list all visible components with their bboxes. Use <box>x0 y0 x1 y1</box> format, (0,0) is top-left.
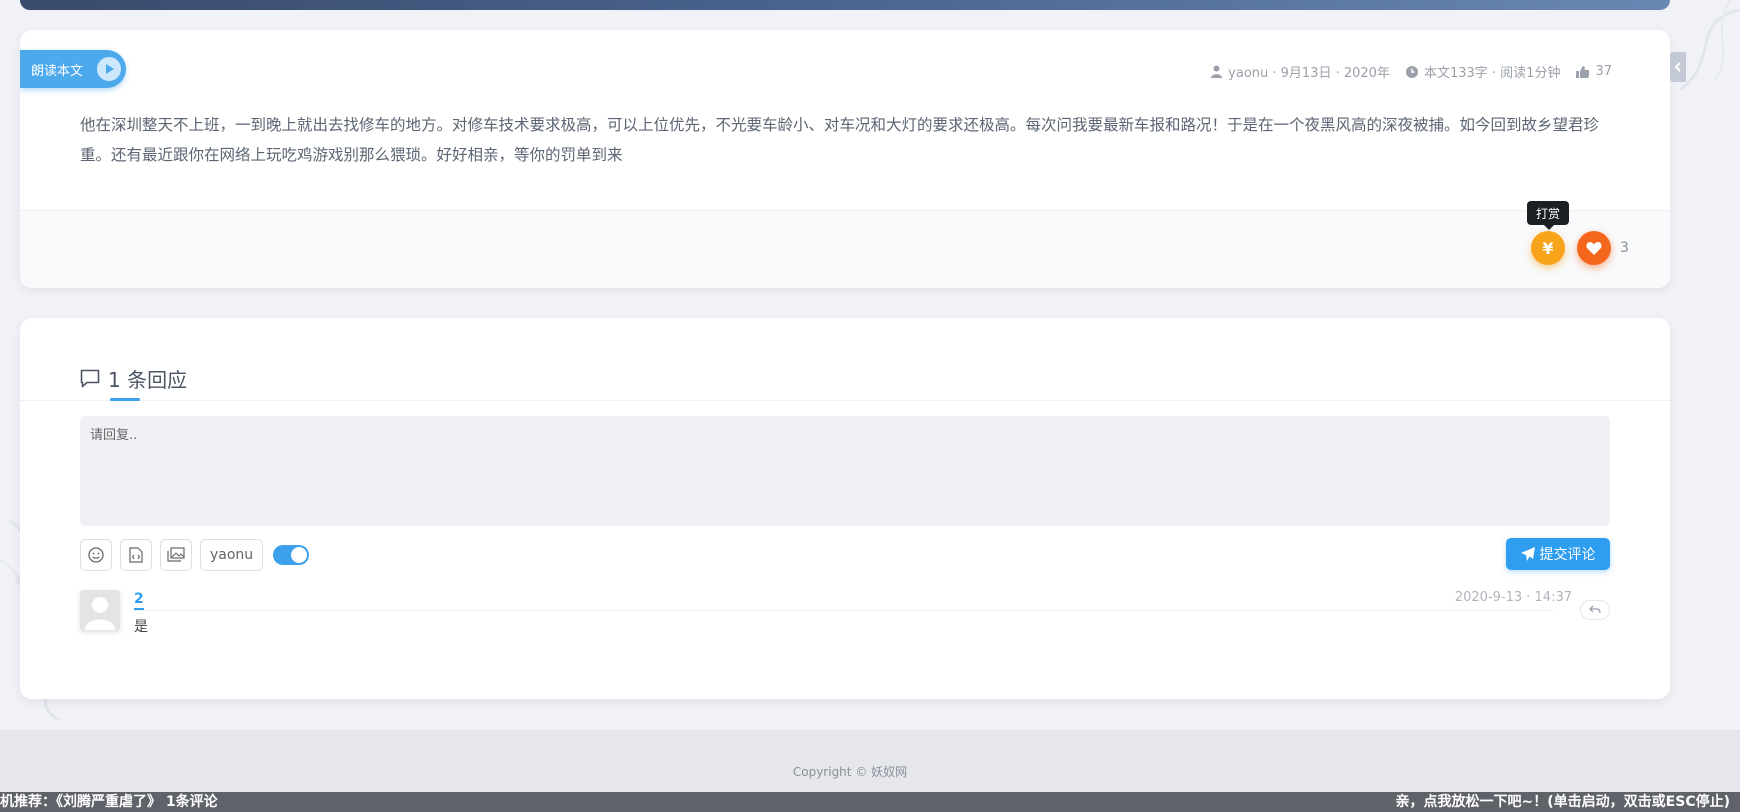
reward-tooltip: 打赏 <box>1527 201 1569 230</box>
site-footer: Copyright © 妖奴网 <box>0 730 1740 792</box>
comment-author[interactable]: 2 <box>134 590 144 610</box>
gallery-icon <box>167 547 185 562</box>
divider <box>20 400 1670 401</box>
emoji-button[interactable] <box>80 539 112 571</box>
like-count: 3 <box>1620 240 1629 256</box>
recommend-ticker[interactable]: 机推荐：《刘腾严重虐了》 1条评论 <box>0 792 218 812</box>
reply-textarea[interactable] <box>80 416 1610 526</box>
active-tab-indicator <box>110 398 140 401</box>
comment-toolbar: yaonu <box>80 539 310 571</box>
article-meta: yaonu · 9月13日 · 2020年 本文133字 · 阅读1分钟 37 <box>1201 62 1612 81</box>
commenter-name[interactable]: yaonu <box>200 539 264 571</box>
default-avatar-icon <box>85 597 115 630</box>
comments-header: 1 条回应 <box>80 364 187 393</box>
reply-button[interactable] <box>1580 600 1610 620</box>
code-button[interactable] <box>120 539 152 571</box>
article-body: 他在深圳整天不上班，一到晚上就出去找修车的地方。对修车技术要求极高，可以上位优先… <box>80 116 1600 164</box>
like-button[interactable] <box>1577 231 1611 265</box>
author-date: yaonu · 9月13日 · 2020年 <box>1228 66 1390 81</box>
image-button[interactable] <box>160 539 192 571</box>
comment-body: 是 <box>134 619 148 635</box>
divider <box>134 610 1554 611</box>
comment-bubble-icon <box>80 369 100 388</box>
sidebar-toggle-button[interactable] <box>1670 52 1686 82</box>
reply-arrow-icon <box>1589 605 1601 614</box>
code-file-icon <box>129 547 143 563</box>
submit-label: 提交评论 <box>1539 547 1596 563</box>
article-actions: 打赏 ¥ 3 <box>20 201 1670 288</box>
comment-item: 2 是 2020-9-13 · 14:37 <box>80 590 1610 650</box>
relax-music-link[interactable]: 亲，点我放松一下吧~！(单击启动，双击或ESC停止) <box>1396 792 1730 812</box>
reward-button[interactable]: ¥ <box>1531 231 1565 265</box>
views-icon <box>1576 65 1590 78</box>
comment-time: 2020-9-13 · 14:37 <box>1454 590 1572 605</box>
notify-toggle-switch[interactable] <box>273 545 310 565</box>
submit-comment-button[interactable]: 提交评论 <box>1506 538 1610 570</box>
bottom-ticker-bar: 机推荐：《刘腾严重虐了》 1条评论 亲，点我放松一下吧~！(单击启动，双击或ES… <box>0 792 1740 812</box>
heart-icon <box>1586 242 1602 255</box>
view-count: 37 <box>1595 64 1612 79</box>
comments-count: 1 条回应 <box>108 368 188 392</box>
play-icon <box>97 57 121 81</box>
paper-plane-icon <box>1520 547 1535 561</box>
smiley-icon <box>88 547 104 563</box>
read-aloud-button[interactable]: 朗读本文 <box>20 50 126 88</box>
user-icon <box>1211 65 1223 78</box>
article-card: 朗读本文 yaonu · 9月13日 · 2020年 本文133字 · 阅读1分… <box>20 30 1670 288</box>
copyright: Copyright © 妖奴网 <box>792 765 908 779</box>
clock-icon <box>1405 65 1418 78</box>
read-aloud-label: 朗读本文 <box>31 63 84 79</box>
avatar <box>80 590 120 630</box>
top-banner-image <box>20 0 1670 10</box>
word-count-read-time: 本文133字 · 阅读1分钟 <box>1423 66 1561 81</box>
comments-card: 1 条回应 yaonu 提交评论 2 是 2020-9-13 · 14:37 <box>20 318 1670 699</box>
chevron-left-icon <box>1674 62 1681 72</box>
yen-icon: ¥ <box>1542 238 1554 258</box>
